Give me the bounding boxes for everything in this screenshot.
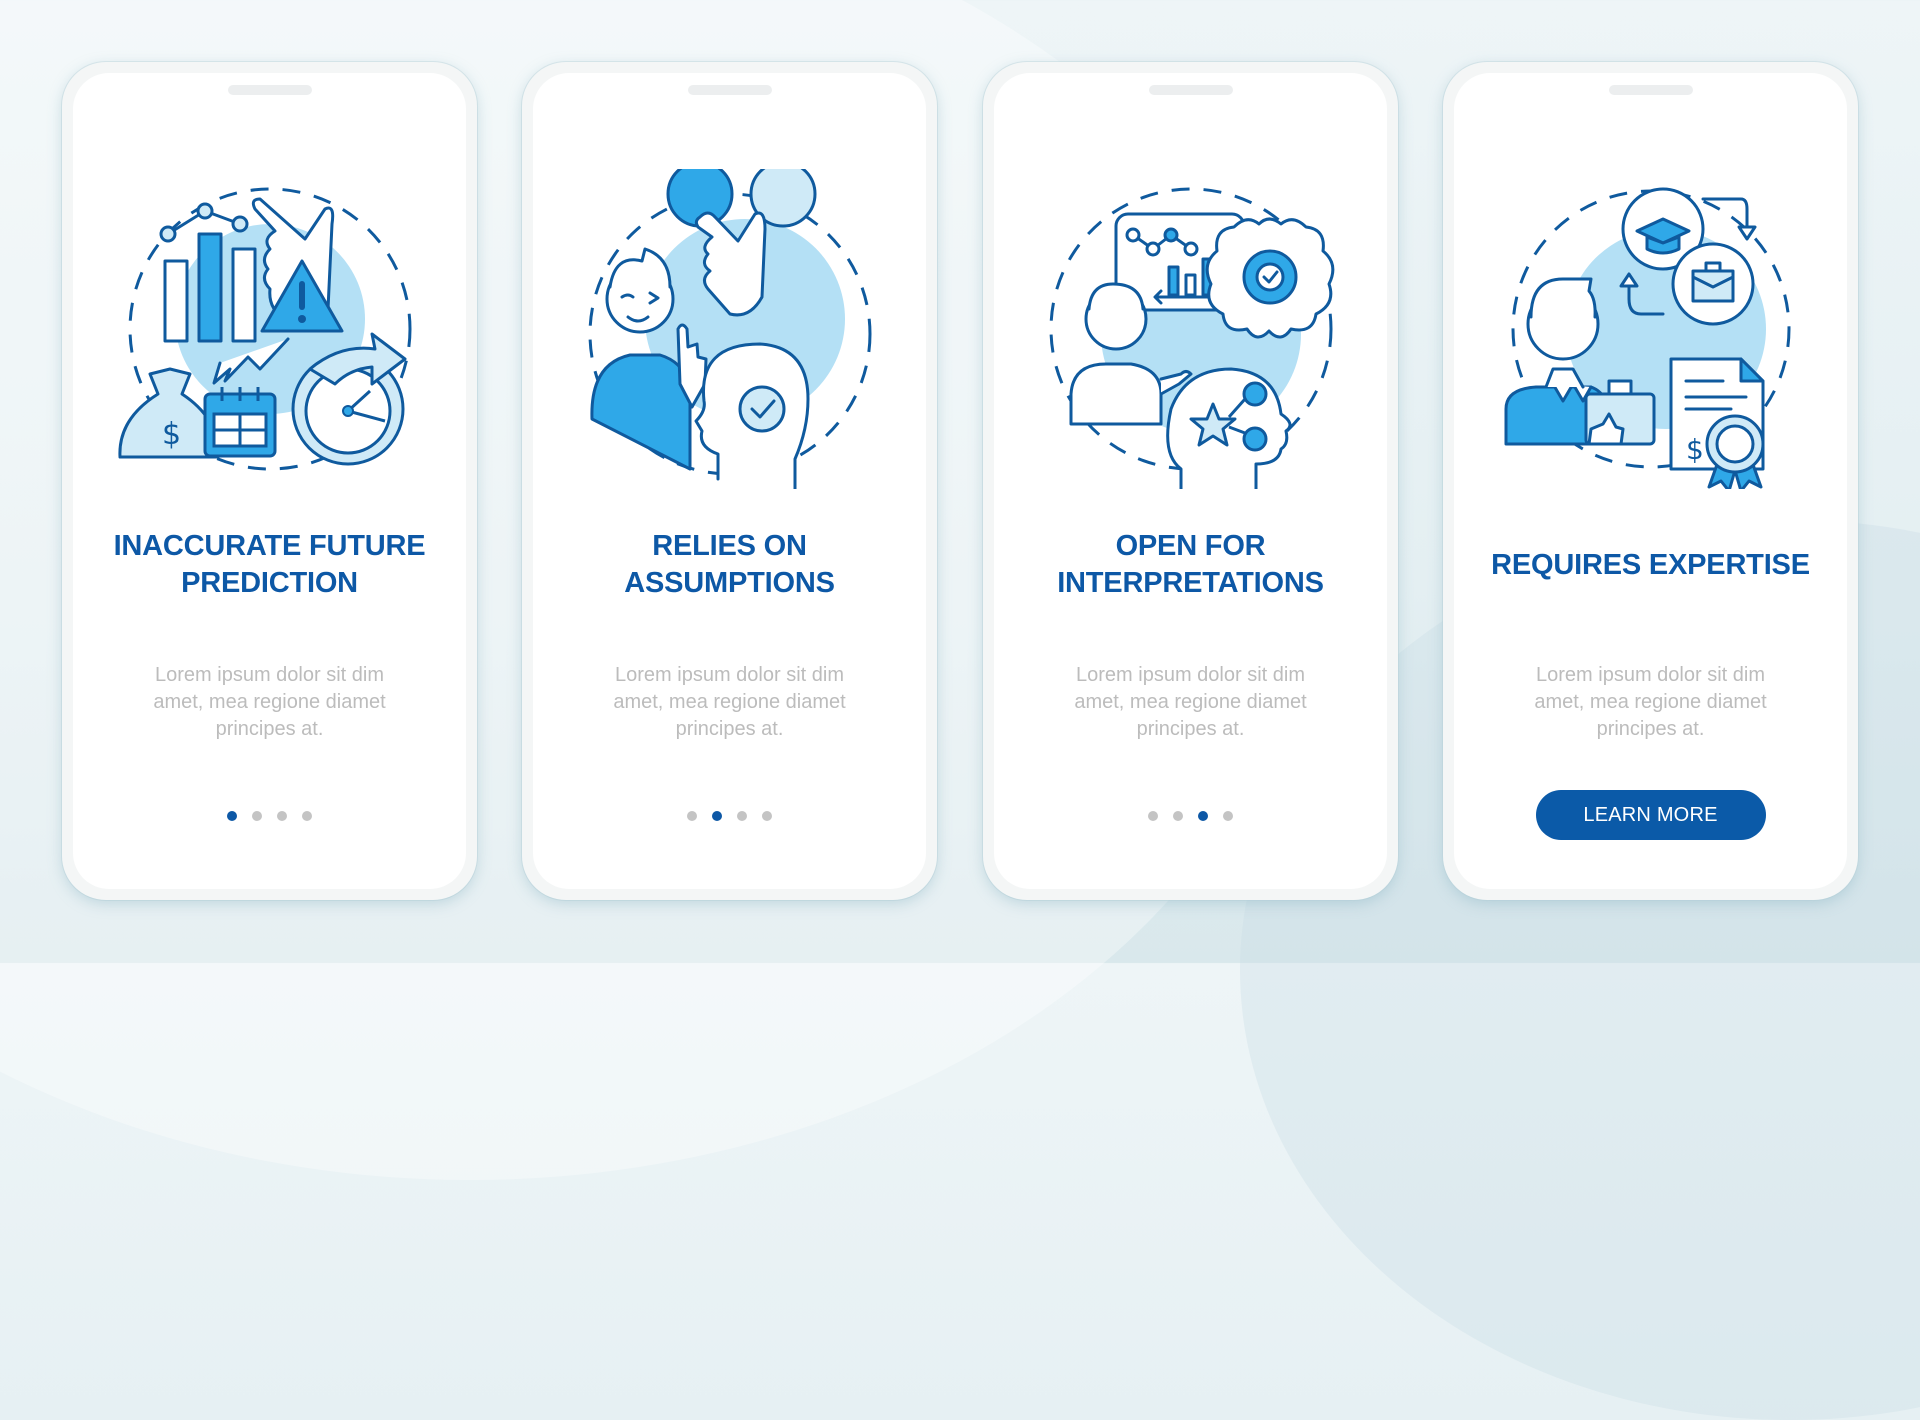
briefcase-icon [1671,242,1754,326]
title-line: REQUIRES EXPERTISE [1491,549,1810,581]
description-line: principes at. [1136,718,1245,740]
onboarding-screen-1: $ INACCURATE FUTURE PREDICTION Lorem ips… [62,62,477,900]
description-line: principes at. [1596,718,1705,740]
head-gear-icon [694,342,809,489]
phone-speaker [227,85,312,95]
screen-description: Lorem ipsum dolor sit dim amet, mea regi… [103,662,436,743]
page-dot[interactable] [252,811,262,821]
head-ideas-icon [1165,367,1291,489]
page-dot-active[interactable] [1198,811,1208,821]
page-dot-active[interactable] [227,811,237,821]
page-dot[interactable] [762,811,772,821]
page-indicator [994,811,1387,821]
page-dot-active[interactable] [712,811,722,821]
forecast-risk-illustration: $ [117,187,411,471]
description-line: Lorem ipsum dolor sit dim [1536,664,1765,686]
screen-description: Lorem ipsum dolor sit dim amet, mea regi… [1484,662,1817,743]
phone-speaker [1148,85,1233,95]
description-line: amet, mea regione diamet [613,691,846,713]
page-dot[interactable] [1173,811,1183,821]
onboarding-screen-2: RELIES ON ASSUMPTIONS Lorem ipsum dolor … [522,62,937,900]
page-dot[interactable] [687,811,697,821]
screen-title: RELIES ON ASSUMPTIONS [543,528,916,602]
page-dot[interactable] [1148,811,1158,821]
title-line: PREDICTION [181,567,358,599]
screen-description: Lorem ipsum dolor sit dim amet, mea regi… [1024,662,1357,743]
award-badge-icon [1705,414,1764,489]
description-line: Lorem ipsum dolor sit dim [615,664,844,686]
page-dot[interactable] [737,811,747,821]
interpretation-analysis-illustration [1049,187,1334,489]
description-line: amet, mea regione diamet [153,691,386,713]
screen-description: Lorem ipsum dolor sit dim amet, mea regi… [563,662,896,743]
screen-title: OPEN FOR INTERPRETATIONS [1004,528,1377,602]
description-line: Lorem ipsum dolor sit dim [1076,664,1305,686]
assumption-choice-illustration [588,169,871,489]
description-line: principes at. [215,718,324,740]
title-line: ASSUMPTIONS [624,567,835,599]
page-dot[interactable] [1223,811,1233,821]
page-dot[interactable] [302,811,312,821]
title-line: INACCURATE FUTURE [113,530,426,562]
title-line: OPEN FOR [1115,530,1266,562]
calendar-icon [203,387,276,458]
phone-speaker [1608,85,1693,95]
screen-title: REQUIRES EXPERTISE [1464,547,1837,584]
learn-more-button[interactable]: LEARN MORE [1535,790,1766,840]
description-line: Lorem ipsum dolor sit dim [155,664,384,686]
description-line: amet, mea regione diamet [1074,691,1307,713]
svg-text:$: $ [162,417,181,452]
phone-speaker [687,85,772,95]
page-indicator [73,811,466,821]
expertise-career-illustration: $ [1504,187,1790,489]
page-dot[interactable] [277,811,287,821]
phone-screen: OPEN FOR INTERPRETATIONS Lorem ipsum dol… [994,73,1387,889]
onboarding-screen-4: $ REQUIRES EXPERTISE Lorem ipsum dolor s… [1443,62,1858,900]
title-line: INTERPRETATIONS [1057,567,1324,599]
phone-screen: $ INACCURATE FUTURE PREDICTION Lorem ips… [73,73,466,889]
description-line: principes at. [675,718,784,740]
phone-screen: $ REQUIRES EXPERTISE Lorem ipsum dolor s… [1454,73,1847,889]
page-indicator [533,811,926,821]
phone-screen: RELIES ON ASSUMPTIONS Lorem ipsum dolor … [533,73,926,889]
brain-gear-icon [1205,217,1334,339]
svg-text:$: $ [1686,433,1704,466]
screen-title: INACCURATE FUTURE PREDICTION [83,528,456,602]
onboarding-screen-3: OPEN FOR INTERPRETATIONS Lorem ipsum dol… [983,62,1398,900]
title-line: RELIES ON [652,530,807,562]
description-line: amet, mea regione diamet [1534,691,1767,713]
